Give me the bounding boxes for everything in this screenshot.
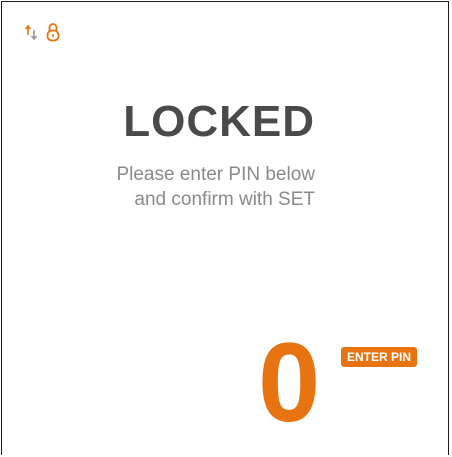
instruction-line-1: Please enter PIN below [116,164,315,185]
pin-digit-display[interactable]: 0 [258,327,320,439]
enter-pin-badge: ENTER PIN [341,347,418,367]
padlock-icon [46,22,60,47]
instruction-line-2: and confirm with SET [134,189,315,210]
status-icons [24,22,60,47]
locked-title: LOCKED [123,97,315,146]
pin-instructions: Please enter PIN below and confirm with … [116,162,315,212]
lock-screen: LOCKED Please enter PIN below and confir… [1,1,449,455]
transfer-arrows-icon [24,24,38,45]
